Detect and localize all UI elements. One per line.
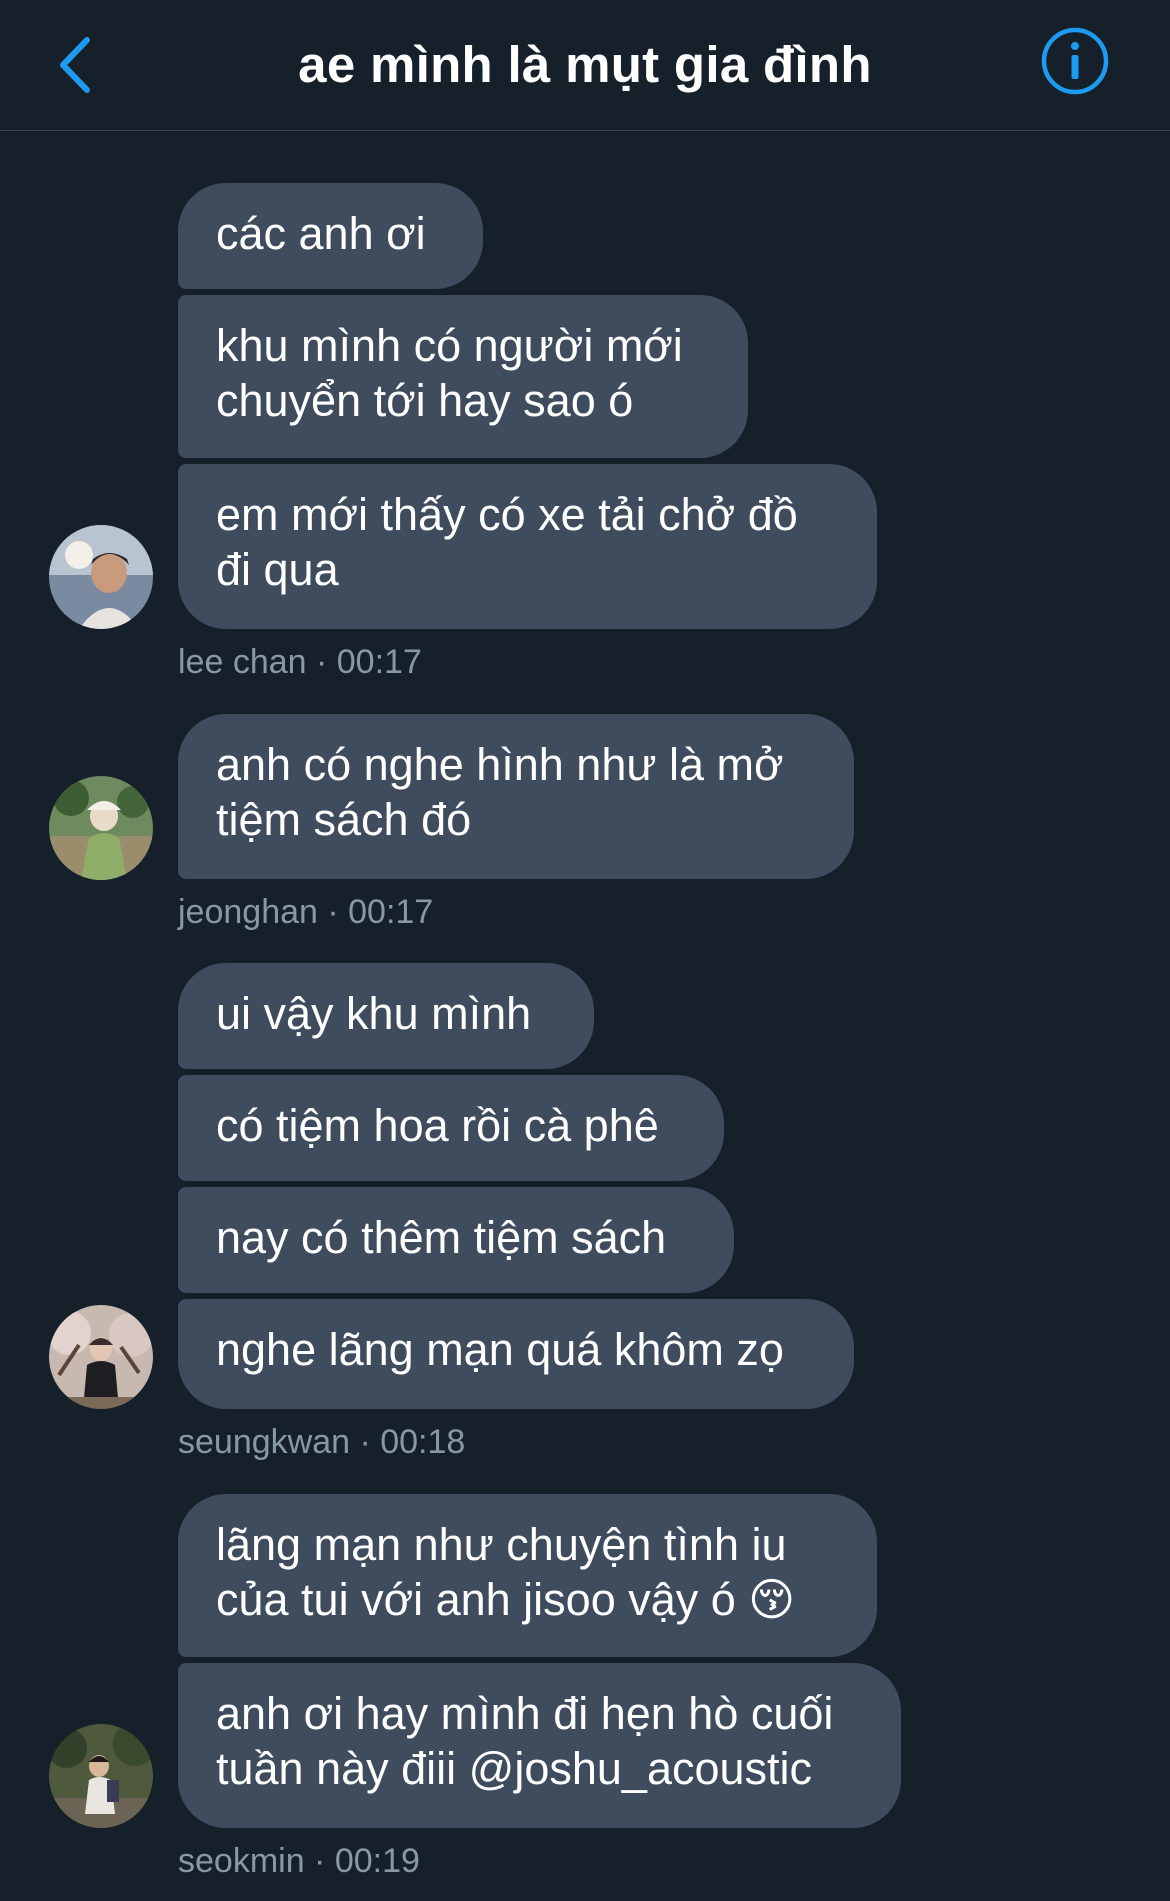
meta-separator: · xyxy=(306,643,337,681)
meta-separator: · xyxy=(317,893,349,931)
message-bubble[interactable]: các anh ơi xyxy=(178,183,483,289)
message-time: 00:19 xyxy=(334,1842,420,1880)
conversation-title: ae mình là mụt gia đình xyxy=(298,36,872,93)
message-bubble[interactable]: anh ơi hay mình đi hẹn hò cuối tuần này … xyxy=(178,1663,901,1828)
info-button[interactable] xyxy=(1040,26,1110,96)
message-bubble[interactable]: có tiệm hoa rồi cà phê xyxy=(178,1075,724,1181)
message-meta: jeonghan · 00:17 xyxy=(178,892,433,932)
sender-name[interactable]: seokmin xyxy=(178,1842,305,1880)
meta-separator: · xyxy=(304,1842,335,1880)
message-meta: lee chan · 00:17 xyxy=(178,642,422,682)
message-time: 00:17 xyxy=(348,893,434,931)
message-bubble[interactable]: khu mình có người mới chuyển tới hay sao… xyxy=(178,295,748,458)
message-bubble[interactable]: nay có thêm tiệm sách xyxy=(178,1187,734,1293)
avatar-lee-chan[interactable] xyxy=(49,525,153,629)
conversation-header: ae mình là mụt gia đình xyxy=(0,0,1170,131)
message-bubble[interactable]: nghe lãng mạn quá khôm zọ xyxy=(178,1299,854,1409)
message-meta: seungkwan · 00:18 xyxy=(178,1422,465,1462)
message-bubble[interactable]: anh có nghe hình như là mở tiệm sách đó xyxy=(178,714,854,879)
sender-name[interactable]: jeonghan xyxy=(178,893,318,931)
avatar-seokmin[interactable] xyxy=(49,1724,153,1828)
message-bubble[interactable]: ui vậy khu mình xyxy=(178,963,594,1069)
message-meta: seokmin · 00:19 xyxy=(178,1841,420,1881)
info-circle-icon xyxy=(1041,27,1109,95)
message-bubble[interactable]: lãng mạn như chuyện tình iu của tui với … xyxy=(178,1494,877,1657)
meta-separator: · xyxy=(350,1423,381,1461)
avatar-jeonghan[interactable] xyxy=(49,776,153,880)
sender-name[interactable]: lee chan xyxy=(178,643,307,681)
avatar-seungkwan[interactable] xyxy=(49,1305,153,1409)
message-time: 00:17 xyxy=(336,643,422,681)
message-bubble[interactable]: em mới thấy có xe tải chở đồ đi qua xyxy=(178,464,877,629)
sender-name[interactable]: seungkwan xyxy=(178,1423,350,1461)
message-time: 00:18 xyxy=(380,1423,466,1461)
